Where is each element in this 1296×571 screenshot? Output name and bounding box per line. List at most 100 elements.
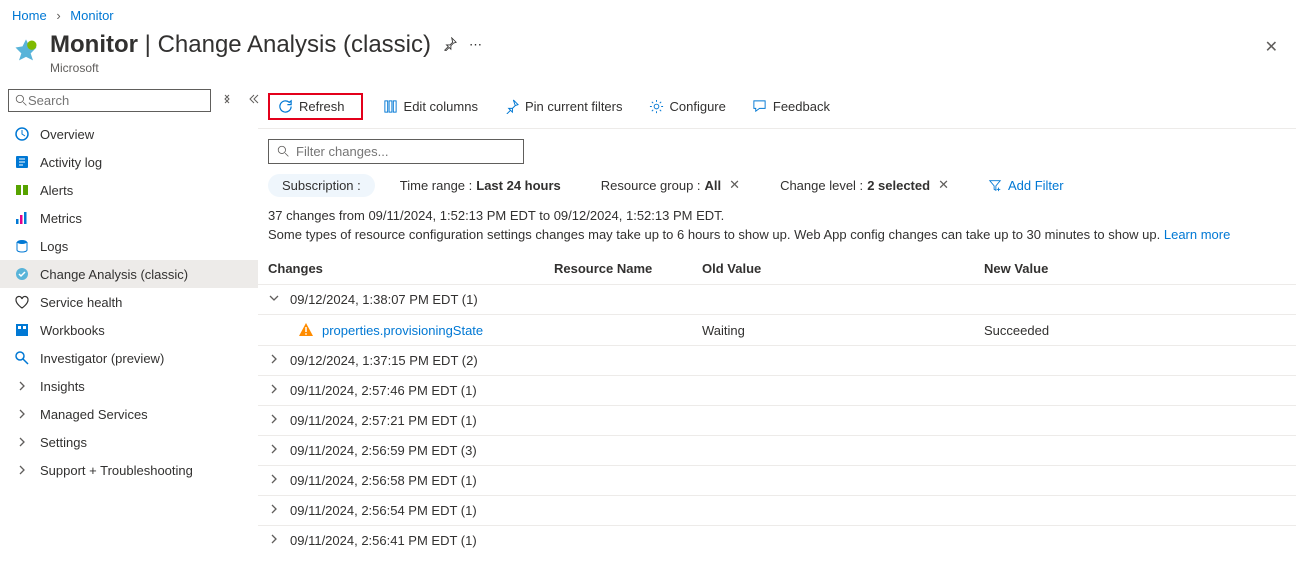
filter-changes-input[interactable] [268,139,524,164]
chevron-right-icon [14,462,30,478]
property-link[interactable]: properties.provisioningState [322,323,483,338]
sidebar-item-support-troubleshooting[interactable]: Support + Troubleshooting [0,456,258,484]
change-group-row[interactable]: 09/11/2024, 2:56:58 PM EDT (1) [258,465,1296,495]
learn-more-link[interactable]: Learn more [1164,227,1230,242]
col-new[interactable]: New Value [984,261,1286,276]
investigator-icon [14,350,30,366]
monitor-icon [12,37,40,65]
change-group-row[interactable]: 09/11/2024, 2:57:46 PM EDT (1) [258,375,1296,405]
page-header: Monitor | Change Analysis (classic) ⋯ Mi… [0,27,1296,85]
new-value-cell: Succeeded [984,323,1286,338]
add-filter-button[interactable]: Add Filter [974,174,1078,197]
group-timestamp: 09/11/2024, 2:57:21 PM EDT (1) [290,413,477,428]
sidebar-item-overview[interactable]: Overview [0,120,258,148]
change-group-row[interactable]: 09/12/2024, 1:37:15 PM EDT (2) [258,345,1296,375]
page-title: Monitor | Change Analysis (classic) [50,31,431,59]
pin-filters-button[interactable]: Pin current filters [498,95,629,118]
activity-log-icon [14,154,30,170]
table-header: Changes Resource Name Old Value New Valu… [258,252,1296,284]
breadcrumb-monitor[interactable]: Monitor [70,8,113,23]
note-text: Some types of resource configuration set… [258,227,1296,252]
filter-pills: Subscription : Time range : Last 24 hour… [258,172,1296,208]
close-icon[interactable]: ✕ [938,177,949,193]
breadcrumb: Home › Monitor [0,0,1296,27]
sidebar-item-investigator-preview-[interactable]: Investigator (preview) [0,344,258,372]
publisher-label: Microsoft [50,61,1265,75]
sidebar-item-change-analysis-classic-[interactable]: Change Analysis (classic) [0,260,258,288]
service-health-icon [14,294,30,310]
group-timestamp: 09/11/2024, 2:56:58 PM EDT (1) [290,473,477,488]
sidebar: Overview Activity log Alerts Metrics Logs Cha… [0,85,258,555]
sidebar-item-activity-log[interactable]: Activity log [0,148,258,176]
group-timestamp: 09/11/2024, 2:56:54 PM EDT (1) [290,503,477,518]
pin-icon[interactable] [443,37,457,54]
col-changes[interactable]: Changes [268,261,554,276]
search-icon [277,145,290,158]
sidebar-item-label: Activity log [40,155,102,170]
chevron-right-icon [14,434,30,450]
sidebar-item-label: Logs [40,239,68,254]
edit-columns-button[interactable]: Edit columns [377,95,484,118]
change-group-row[interactable]: 09/12/2024, 1:38:07 PM EDT (1) [258,284,1296,314]
chevron-right-icon [14,378,30,394]
expand-icon[interactable] [217,91,237,110]
pill-change-level[interactable]: Change level : 2 selected ✕ [765,172,964,198]
chevron-right-icon [268,473,282,488]
close-icon[interactable]: ✕ [1265,37,1284,57]
sidebar-item-label: Managed Services [40,407,148,422]
sidebar-search-input[interactable] [28,93,204,108]
col-old[interactable]: Old Value [702,261,984,276]
sidebar-item-label: Alerts [40,183,73,198]
sidebar-item-metrics[interactable]: Metrics [0,204,258,232]
group-timestamp: 09/12/2024, 1:38:07 PM EDT (1) [290,292,478,307]
chevron-right-icon: › [56,8,60,23]
change-group-row[interactable]: 09/11/2024, 2:56:59 PM EDT (3) [258,435,1296,465]
search-icon [15,94,28,107]
sidebar-item-label: Settings [40,435,87,450]
monitor-overview-icon [14,126,30,142]
sidebar-item-workbooks[interactable]: Workbooks [0,316,258,344]
change-group-row[interactable]: 09/11/2024, 2:56:54 PM EDT (1) [258,495,1296,525]
pill-resource-group[interactable]: Resource group : All ✕ [586,172,755,198]
change-analysis-icon [14,266,30,282]
chevron-right-icon [268,503,282,518]
sidebar-item-service-health[interactable]: Service health [0,288,258,316]
chevron-down-icon [268,292,282,307]
sidebar-item-label: Workbooks [40,323,105,338]
pill-time-range[interactable]: Time range : Last 24 hours [385,173,576,198]
chevron-right-icon [268,353,282,368]
sidebar-item-alerts[interactable]: Alerts [0,176,258,204]
more-icon[interactable]: ⋯ [469,37,482,53]
logs-icon [14,238,30,254]
old-value-cell: Waiting [702,323,984,338]
sidebar-item-label: Change Analysis (classic) [40,267,188,282]
main-content: Refresh Edit columns Pin current filters… [258,85,1296,555]
sidebar-item-logs[interactable]: Logs [0,232,258,260]
close-icon[interactable]: ✕ [729,177,740,193]
breadcrumb-home[interactable]: Home [12,8,47,23]
chevron-right-icon [268,383,282,398]
feedback-button[interactable]: Feedback [746,95,836,118]
summary-text: 37 changes from 09/11/2024, 1:52:13 PM E… [258,208,1296,227]
change-group-row[interactable]: 09/11/2024, 2:57:21 PM EDT (1) [258,405,1296,435]
gear-icon [649,99,664,114]
chevron-right-icon [268,443,282,458]
change-group-row[interactable]: 09/11/2024, 2:56:41 PM EDT (1) [258,525,1296,555]
sidebar-item-settings[interactable]: Settings [0,428,258,456]
group-timestamp: 09/11/2024, 2:56:41 PM EDT (1) [290,533,477,548]
pin-icon [504,99,519,114]
workbooks-icon [14,322,30,338]
refresh-icon [278,99,293,114]
change-detail-row[interactable]: properties.provisioningState WaitingSucce… [258,314,1296,345]
feedback-icon [752,99,767,114]
sidebar-item-managed-services[interactable]: Managed Services [0,400,258,428]
sidebar-item-insights[interactable]: Insights [0,372,258,400]
configure-button[interactable]: Configure [643,95,732,118]
pill-subscription[interactable]: Subscription : [268,174,375,197]
col-resource[interactable]: Resource Name [554,261,702,276]
sidebar-search[interactable] [8,89,211,112]
chevron-right-icon [268,413,282,428]
chevron-right-icon [14,406,30,422]
alerts-icon [14,182,30,198]
refresh-button[interactable]: Refresh [268,93,363,120]
